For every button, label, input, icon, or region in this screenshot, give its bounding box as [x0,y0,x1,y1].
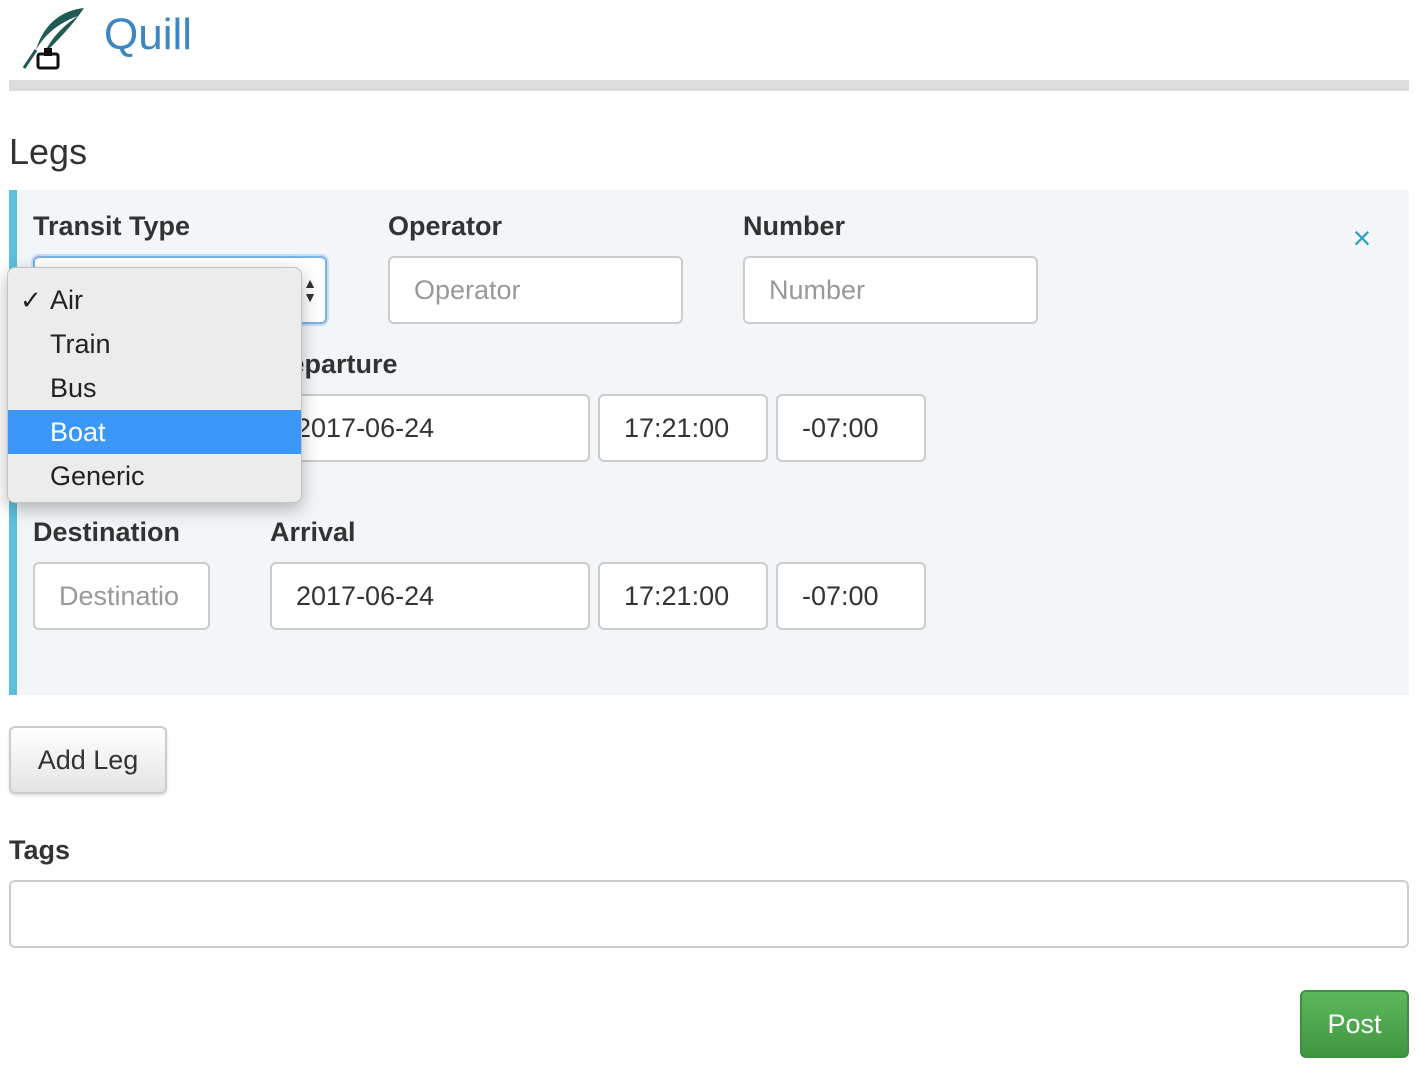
legs-heading: Legs [9,131,88,172]
transit-option-bus[interactable]: Bus [8,366,301,410]
checkmark-icon: ✓ [20,285,42,315]
arrival-timezone-input[interactable] [776,562,926,630]
arrival-time-input[interactable] [598,562,768,630]
header-divider [9,80,1409,91]
arrival-label: Arrival [270,517,356,547]
select-arrows-icon: ▲ ▼ [303,275,317,305]
departure-time-input[interactable] [598,394,768,462]
destination-input[interactable] [33,562,210,630]
tags-label: Tags [9,835,71,865]
destination-label: Destination [33,517,181,547]
transit-option-boat[interactable]: Boat [8,410,301,454]
transit-type-label: Transit Type [33,211,191,241]
remove-leg-icon[interactable]: × [1346,222,1378,254]
add-leg-button[interactable]: Add Leg [9,726,167,794]
operator-label: Operator [388,211,503,241]
number-input[interactable] [743,256,1038,324]
transit-option-train[interactable]: Train [8,322,301,366]
departure-date-input[interactable] [270,394,590,462]
post-button[interactable]: Post [1300,990,1409,1058]
transit-option-generic[interactable]: Generic [8,454,301,498]
quill-pen-icon [16,6,88,72]
arrival-date-input[interactable] [270,562,590,630]
tags-input[interactable] [9,880,1409,948]
operator-input[interactable] [388,256,683,324]
app-title[interactable]: Quill [104,8,192,62]
departure-timezone-input[interactable] [776,394,926,462]
transit-option-air[interactable]: ✓ Air [8,278,301,322]
number-label: Number [743,211,846,241]
transit-type-dropdown: ✓ Air Train Bus Boat Generic [7,267,302,503]
